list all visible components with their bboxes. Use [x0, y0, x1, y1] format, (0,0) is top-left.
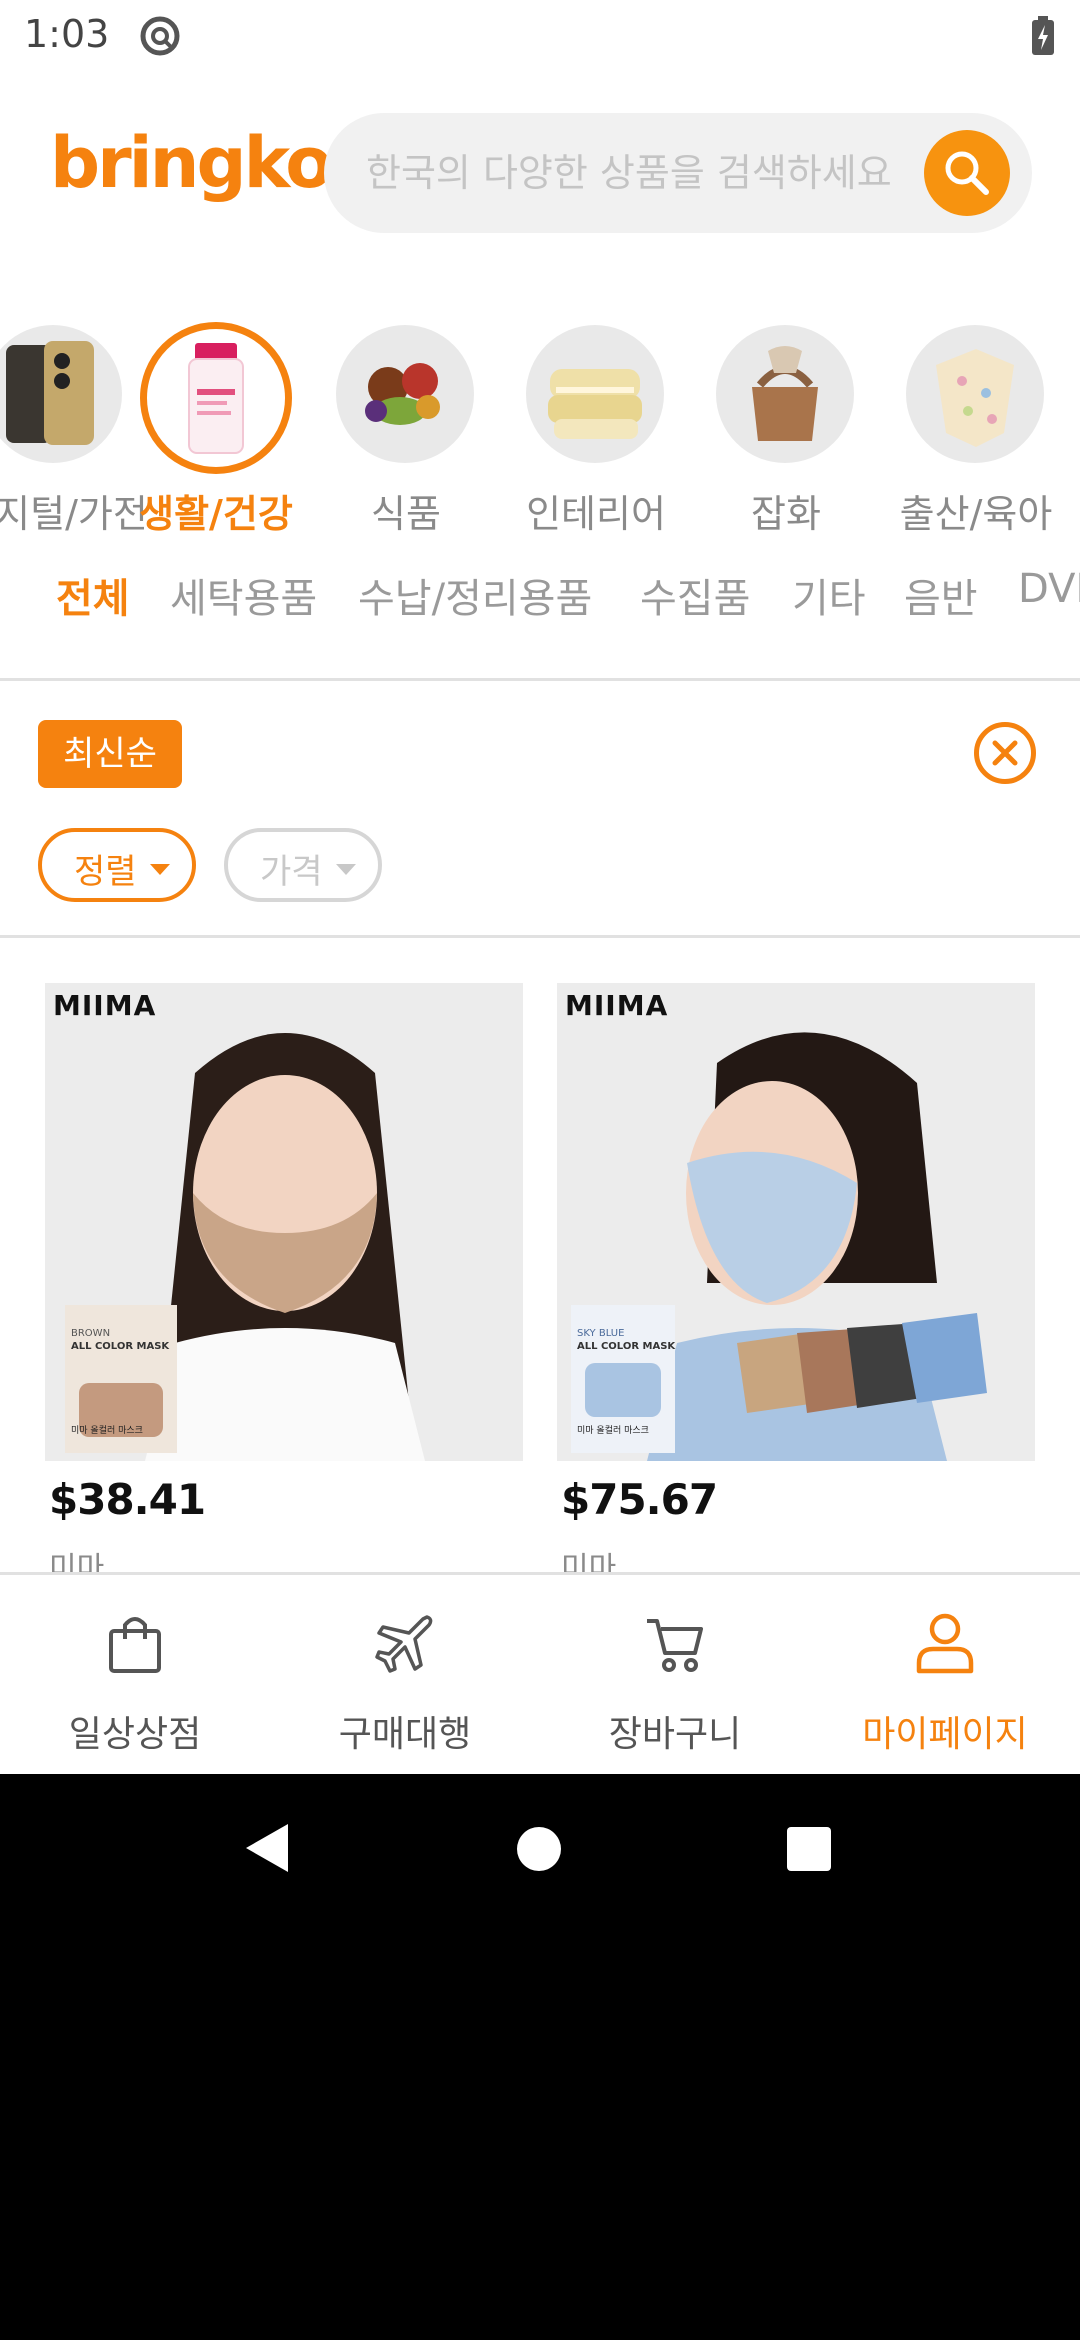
pack-label: ALL COLOR MASK [71, 1341, 170, 1352]
pack-label: 미마 올컬러 마스크 [71, 1426, 143, 1436]
nav-label: 마이페이지 [862, 1714, 1028, 1755]
user-icon [916, 1613, 974, 1674]
pack-label: ALL COLOR MASK [577, 1341, 676, 1352]
divider [0, 935, 1080, 938]
divider [0, 678, 1080, 681]
baby-clothes-image [906, 325, 1044, 463]
nav-label: 장바구니 [608, 1714, 742, 1755]
nav-label: 구매대행 [338, 1714, 472, 1755]
pack-label: 미마 올컬러 마스크 [577, 1426, 649, 1436]
subtab-collectibles[interactable]: 수집품 [640, 566, 750, 624]
pack-label: BROWN [71, 1328, 111, 1339]
chevron-down-icon [150, 864, 170, 875]
sort-dropdown-label: 정렬 [74, 852, 137, 892]
system-navigation-bar [0, 1774, 1080, 1922]
nav-cart[interactable]: 장바구니 [540, 1575, 810, 1774]
home-icon[interactable] [516, 1826, 562, 1872]
brand-logo: MIIMA [565, 989, 669, 1022]
sort-chip-newest[interactable]: 최신순 [38, 720, 182, 788]
vegetables-image [336, 325, 474, 463]
subtab-laundry[interactable]: 세탁용품 [170, 566, 317, 624]
pack-label: SKY BLUE [577, 1328, 625, 1339]
product-image[interactable]: MIIMA BROWN ALL COLOR MASK 미마 올컬러 마스크 [45, 983, 523, 1461]
handbag-image [716, 325, 854, 463]
bedding-image [526, 325, 664, 463]
sync-icon [140, 16, 180, 56]
clear-filter-button[interactable] [974, 722, 1036, 784]
search-icon [945, 151, 989, 195]
bringko-logo[interactable]: bringko [50, 122, 333, 204]
chevron-down-icon [336, 864, 356, 875]
status-bar: 1:03 [0, 0, 1080, 72]
recents-icon[interactable] [786, 1826, 832, 1872]
nav-label: 일상상점 [68, 1714, 202, 1755]
subtab-etc[interactable]: 기타 [792, 566, 866, 624]
bottom-navigation: 일상상점 구매대행 장바구니 마이페이지 [0, 1572, 1080, 1774]
subtab-dvd[interactable]: DVD [1018, 566, 1080, 612]
subtab-storage[interactable]: 수납/정리용품 [358, 566, 592, 624]
phone-image [0, 325, 122, 463]
search-button[interactable] [924, 130, 1010, 216]
cart-icon [647, 1619, 703, 1672]
shopping-bag-icon [109, 1617, 161, 1673]
nav-purchase-agency[interactable]: 구매대행 [270, 1575, 540, 1774]
price-dropdown[interactable]: 가격 [224, 828, 382, 902]
status-time: 1:03 [24, 12, 110, 56]
brand-logo: MIIMA [53, 989, 157, 1022]
category-label: 출산/육아 [899, 492, 1053, 536]
sort-dropdown[interactable]: 정렬 [38, 828, 196, 902]
nav-daily-store[interactable]: 일상상점 [0, 1575, 270, 1774]
airplane-icon [375, 1615, 433, 1673]
product-image[interactable]: MIIMA SKY BLUE ALL COLOR MASK 미마 올컬러 마스크 [557, 983, 1035, 1461]
product-price: $38.41 [49, 1475, 206, 1524]
app-screen: 1:03 bringko 한국의 다양한 상품을 검색하세요 지털/가전 생활/… [0, 0, 1080, 1774]
back-icon[interactable] [244, 1822, 290, 1874]
battery-charging-icon [1032, 16, 1054, 55]
close-icon [992, 740, 1018, 766]
product-price: $75.67 [561, 1475, 718, 1524]
subcategory-tabs: 전체 세탁용품 수납/정리용품 수집품 기타 음반 DVD [0, 566, 1080, 636]
search-bar [324, 113, 1032, 233]
subtab-albums[interactable]: 음반 [904, 566, 978, 624]
subtab-all[interactable]: 전체 [56, 566, 130, 624]
search-input[interactable] [366, 141, 926, 205]
nav-my-page[interactable]: 마이페이지 [810, 1575, 1080, 1774]
price-dropdown-label: 가격 [260, 852, 323, 892]
supplement-bottle-image [140, 322, 292, 474]
